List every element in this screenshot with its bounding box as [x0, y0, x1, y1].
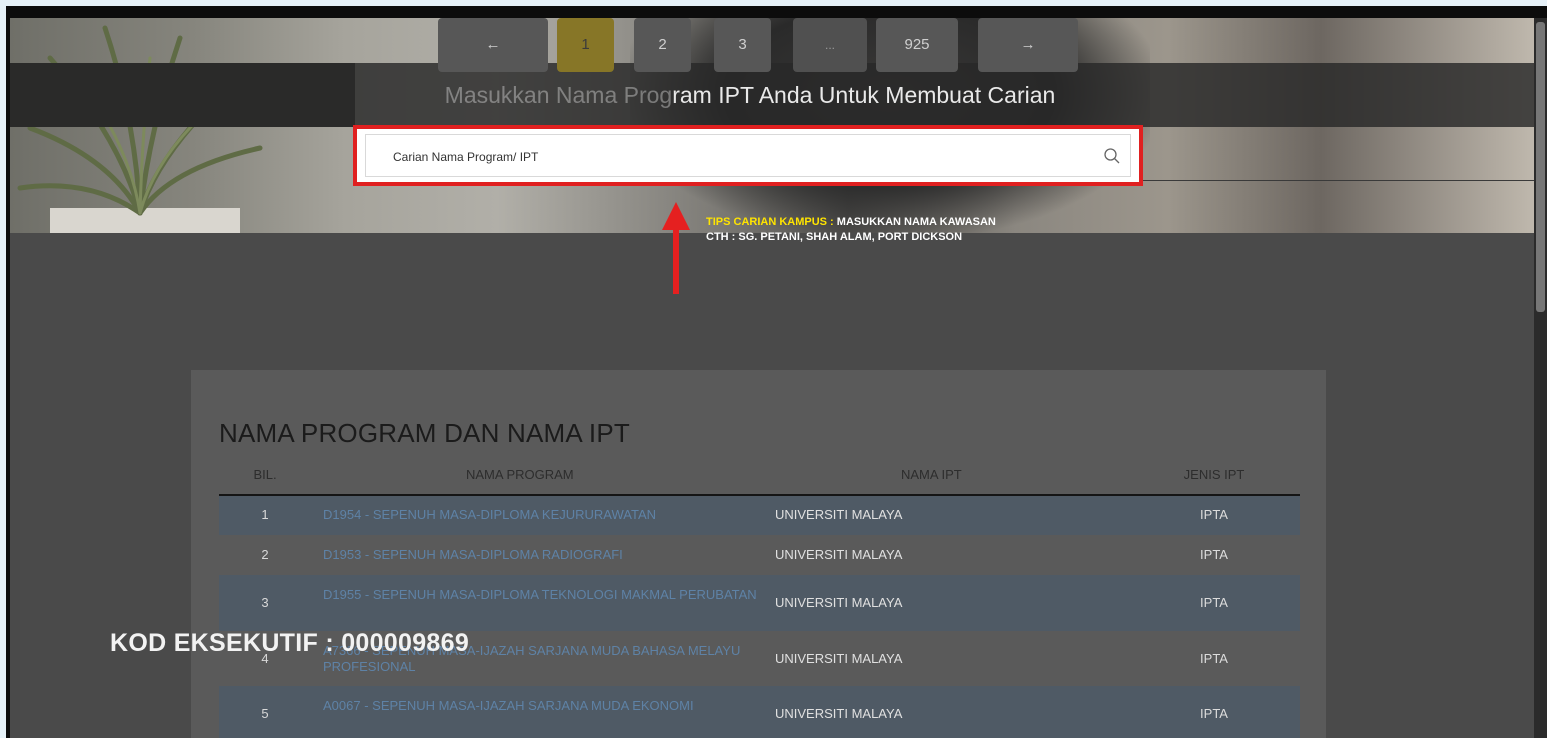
row-ipt: UNIVERSITI MALAYA [775, 507, 903, 522]
row-bil: 5 [261, 706, 269, 721]
pagination-page-3[interactable]: 3 [714, 18, 771, 72]
row-jenis: IPTA [1200, 706, 1228, 721]
row-program-link[interactable]: D1954 - SEPENUH MASA-DIPLOMA KEJURURAWAT… [323, 507, 763, 523]
table-row: 5 A0067 - SEPENUH MASA-IJAZAH SARJANA MU… [219, 686, 1300, 738]
row-bil: 2 [261, 547, 269, 562]
pagination-page-1[interactable]: 1 [557, 18, 614, 72]
search-bar [365, 134, 1131, 178]
tips-annotation: TIPS CARIAN KAMPUS : MASUKKAN NAMA KAWAS… [706, 215, 996, 245]
tips-label: TIPS CARIAN KAMPUS : [706, 216, 834, 228]
header-jenis: JENIS IPT [1183, 467, 1245, 482]
pagination-prev-button[interactable]: ← [438, 18, 548, 72]
row-ipt: UNIVERSITI MALAYA [775, 706, 903, 721]
results-card: NAMA PROGRAM DAN NAMA IPT BIL. NAMA PROG… [191, 370, 1326, 738]
table-row: 3 D1955 - SEPENUH MASA-DIPLOMA TEKNOLOGI… [219, 575, 1300, 631]
tips-line1: MASUKKAN NAMA KAWASAN [833, 216, 996, 228]
row-jenis: IPTA [1200, 547, 1228, 562]
header-program: NAMA PROGRAM [466, 467, 574, 482]
hero-title-rest: ram IPT Anda Untuk Membuat Carian [672, 82, 1056, 108]
row-jenis: IPTA [1200, 651, 1228, 666]
red-arrow-shaft [673, 230, 679, 294]
row-jenis: IPTA [1200, 595, 1228, 610]
pagination-next-button[interactable]: → [978, 18, 1078, 72]
red-arrow-head [662, 202, 690, 230]
table-title: NAMA PROGRAM DAN NAMA IPT [219, 418, 630, 448]
hero-title-faded: Masukkan Nama Prog [444, 82, 673, 108]
header-bil: BIL. [253, 467, 277, 482]
row-ipt: UNIVERSITI MALAYA [775, 547, 903, 562]
tips-line2: CTH : SG. PETANI, SHAH ALAM, PORT DICKSO… [706, 231, 963, 243]
row-ipt: UNIVERSITI MALAYA [775, 651, 903, 666]
table-row: 2 D1953 - SEPENUH MASA-DIPLOMA RADIOGRAF… [219, 535, 1300, 575]
kod-eksekutif-overlay: KOD EKSEKUTIF : 000009869 [110, 629, 470, 657]
search-icon[interactable] [1102, 146, 1122, 166]
hero-divider [1143, 180, 1534, 181]
browser-frame: Masukkan Nama Program IPT Anda Untuk Mem… [6, 6, 1547, 738]
pagination-page-last[interactable]: 925 [876, 18, 958, 72]
search-input[interactable] [391, 135, 1045, 178]
row-jenis: IPTA [1200, 507, 1228, 522]
search-highlight-box [353, 125, 1143, 186]
row-bil: 1 [261, 507, 269, 522]
pagination-ellipsis: ... [793, 18, 867, 72]
row-ipt: UNIVERSITI MALAYA [775, 595, 903, 610]
row-program-link[interactable]: A0067 - SEPENUH MASA-IJAZAH SARJANA MUDA… [323, 698, 763, 714]
pagination-page-2[interactable]: 2 [634, 18, 691, 72]
row-program-link[interactable]: D1953 - SEPENUH MASA-DIPLOMA RADIOGRAFI [323, 547, 763, 563]
row-bil: 3 [261, 595, 269, 610]
row-program-link[interactable]: D1955 - SEPENUH MASA-DIPLOMA TEKNOLOGI M… [323, 587, 763, 603]
hero-title-band-left [10, 63, 355, 127]
scrollbar-thumb[interactable] [1536, 22, 1545, 312]
table-row: 1 D1954 - SEPENUH MASA-DIPLOMA KEJURURAW… [219, 496, 1300, 535]
header-ipt: NAMA IPT [901, 467, 962, 482]
hero-title: Masukkan Nama Program IPT Anda Untuk Mem… [355, 63, 1145, 127]
vertical-scrollbar[interactable] [1534, 18, 1547, 738]
